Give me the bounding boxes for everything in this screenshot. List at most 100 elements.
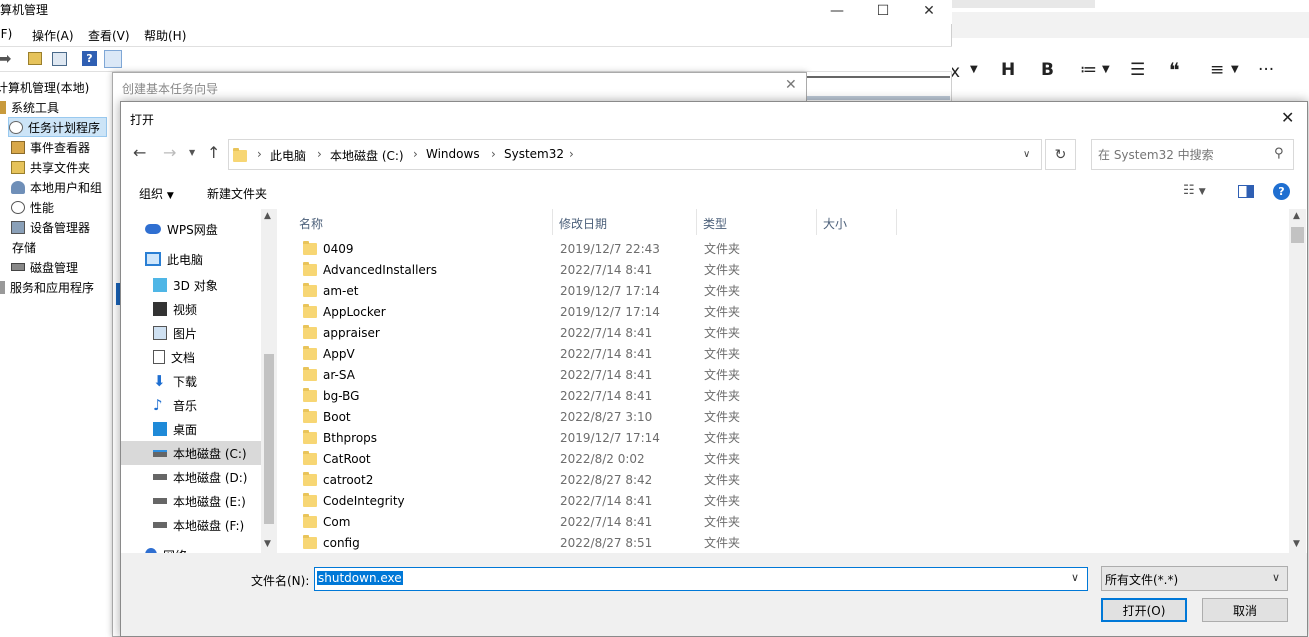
- new-folder-button[interactable]: 新建文件夹: [207, 185, 267, 202]
- up-folder-icon[interactable]: [28, 52, 42, 65]
- list-scrollbar[interactable]: ▲ ▼: [1289, 209, 1306, 553]
- show-hide-tree-icon[interactable]: [52, 52, 67, 66]
- file-type: 文件夹: [704, 389, 741, 403]
- tree-storage[interactable]: 存储: [0, 237, 36, 257]
- nav-downloads[interactable]: ⬇ 下载: [121, 369, 261, 393]
- close-button[interactable]: ✕: [906, 0, 952, 22]
- wizard-close-button[interactable]: ✕: [785, 77, 797, 93]
- address-dropdown-icon[interactable]: ∨: [1023, 149, 1030, 160]
- tree-task-scheduler[interactable]: 任务计划程序: [8, 117, 108, 137]
- menu-action[interactable]: 操作(A): [32, 27, 74, 44]
- table-row[interactable]: AppLocker 2019/12/7 17:14 文件夹: [277, 301, 1121, 322]
- nav-drive-f[interactable]: 本地磁盘 (F:): [121, 513, 261, 537]
- breadcrumb-system32[interactable]: System32: [504, 147, 564, 161]
- breadcrumb-sep-icon: ›: [569, 147, 574, 161]
- breadcrumb-windows[interactable]: Windows: [426, 147, 480, 161]
- forward-arrow-icon[interactable]: ➡: [0, 49, 11, 68]
- minimize-button[interactable]: —: [814, 0, 860, 22]
- tree-system-tools[interactable]: 系统工具: [0, 97, 59, 117]
- tree-event-viewer[interactable]: 事件查看器: [11, 137, 90, 157]
- nav-documents[interactable]: 文档: [121, 345, 261, 369]
- nav-this-pc[interactable]: 此电脑: [121, 247, 261, 271]
- scroll-up-icon[interactable]: ▲: [264, 211, 271, 221]
- nav-drive-c[interactable]: 本地磁盘 (C:): [121, 441, 261, 465]
- nav-network[interactable]: 网络: [121, 543, 261, 553]
- table-row[interactable]: CatRoot 2022/8/2 0:02 文件夹: [277, 448, 1121, 469]
- tree-disk-management[interactable]: 磁盘管理: [11, 257, 78, 277]
- table-row[interactable]: appraiser 2022/7/14 8:41 文件夹: [277, 322, 1121, 343]
- organize-button[interactable]: 组织 ▼: [139, 185, 174, 202]
- folder-icon: [303, 471, 317, 486]
- filename-field[interactable]: shutdown.exe ∨: [314, 567, 1088, 591]
- maximize-button[interactable]: ☐: [860, 0, 906, 22]
- address-bar[interactable]: › 此电脑 › 本地磁盘 (C:) › Windows › System32 ›…: [228, 139, 1042, 170]
- view-options-icon[interactable]: ☷ ▼: [1183, 183, 1206, 198]
- table-row[interactable]: config 2022/8/27 8:51 文件夹: [277, 532, 1121, 553]
- nav-videos[interactable]: 视频: [121, 297, 261, 321]
- table-row[interactable]: Boot 2022/8/27 3:10 文件夹: [277, 406, 1121, 427]
- file-date: 2022/7/14 8:41: [560, 346, 653, 361]
- list-button[interactable]: ≔: [1080, 60, 1097, 80]
- cancel-button[interactable]: 取消: [1202, 598, 1288, 622]
- tree-computer-management[interactable]: 计算机管理(本地): [0, 77, 89, 97]
- nav-music[interactable]: ♪ 音乐: [121, 393, 261, 417]
- table-row[interactable]: am-et 2019/12/7 17:14 文件夹: [277, 280, 1121, 301]
- file-name-cell: CodeIntegrity: [303, 492, 405, 508]
- properties-pane-icon[interactable]: [104, 50, 122, 68]
- tree-shared-folders[interactable]: 共享文件夹: [11, 157, 90, 177]
- filename-value[interactable]: shutdown.exe: [317, 571, 403, 585]
- tree-local-users[interactable]: 本地用户和组: [11, 177, 102, 197]
- more-button[interactable]: ···: [1258, 60, 1274, 80]
- preview-pane-icon[interactable]: [1238, 185, 1254, 198]
- breadcrumb-drive-c[interactable]: 本地磁盘 (C:): [330, 147, 404, 164]
- bold-button[interactable]: B: [1041, 60, 1054, 80]
- menu-help[interactable]: 帮助(H): [144, 27, 186, 44]
- nav-wps-cloud[interactable]: WPS网盘: [121, 217, 261, 241]
- nav-scrollbar[interactable]: ▲ ▼: [261, 209, 277, 553]
- dialog-close-button[interactable]: ✕: [1281, 108, 1294, 127]
- table-row[interactable]: AdvancedInstallers 2022/7/14 8:41 文件夹: [277, 259, 1121, 280]
- help-icon[interactable]: ?: [82, 51, 97, 66]
- quote-button[interactable]: ❝: [1169, 58, 1180, 82]
- scroll-down-icon[interactable]: ▼: [1293, 539, 1300, 549]
- table-row[interactable]: ar-SA 2022/7/14 8:41 文件夹: [277, 364, 1121, 385]
- refresh-button[interactable]: ↻: [1045, 139, 1076, 170]
- scroll-up-icon[interactable]: ▲: [1293, 211, 1300, 221]
- filename-dropdown-icon[interactable]: ∨: [1071, 571, 1079, 584]
- menu-file[interactable]: (F): [0, 27, 12, 41]
- nav-scroll-thumb[interactable]: [264, 354, 274, 524]
- table-row[interactable]: Bthprops 2019/12/7 17:14 文件夹: [277, 427, 1121, 448]
- table-row[interactable]: CodeIntegrity 2022/7/14 8:41 文件夹: [277, 490, 1121, 511]
- nav-pictures[interactable]: 图片: [121, 321, 261, 345]
- search-input[interactable]: [1098, 146, 1268, 164]
- filetype-select[interactable]: 所有文件(*.*) ∨: [1101, 566, 1288, 591]
- table-row[interactable]: bg-BG 2022/7/14 8:41 文件夹: [277, 385, 1121, 406]
- table-row[interactable]: Com 2022/7/14 8:41 文件夹: [277, 511, 1121, 532]
- tree-device-manager[interactable]: 设备管理器: [11, 217, 90, 237]
- chevron-down-icon: ▼: [1231, 64, 1239, 75]
- forward-button[interactable]: →: [163, 143, 176, 162]
- nav-3d-objects[interactable]: 3D 对象: [121, 273, 261, 297]
- nav-drive-e[interactable]: 本地磁盘 (E:): [121, 489, 261, 513]
- breadcrumb-this-pc[interactable]: 此电脑: [270, 147, 306, 164]
- scroll-down-icon[interactable]: ▼: [264, 539, 271, 549]
- tree-performance[interactable]: 性能: [11, 197, 54, 217]
- heading-button[interactable]: H: [1001, 60, 1015, 80]
- tree-services-apps[interactable]: 服务和应用程序: [0, 277, 94, 297]
- table-row[interactable]: 0409 2019/12/7 22:43 文件夹: [277, 238, 1121, 259]
- table-row[interactable]: catroot2 2022/8/27 8:42 文件夹: [277, 469, 1121, 490]
- recent-dropdown-icon[interactable]: ▼: [189, 148, 195, 157]
- open-button[interactable]: 打开(O): [1101, 598, 1187, 622]
- search-box[interactable]: ⚲: [1091, 139, 1294, 170]
- list-scroll-thumb[interactable]: [1291, 227, 1304, 243]
- menu-view[interactable]: 查看(V): [88, 27, 130, 44]
- help-icon[interactable]: ?: [1273, 183, 1290, 200]
- align-button[interactable]: ≡: [1210, 60, 1224, 80]
- tree-label: 服务和应用程序: [10, 280, 95, 295]
- back-button[interactable]: ←: [133, 143, 146, 162]
- divider-button[interactable]: ☰: [1130, 60, 1145, 80]
- up-button[interactable]: ↑: [207, 143, 220, 162]
- nav-drive-d[interactable]: 本地磁盘 (D:): [121, 465, 261, 489]
- nav-desktop[interactable]: 桌面: [121, 417, 261, 441]
- table-row[interactable]: AppV 2022/7/14 8:41 文件夹: [277, 343, 1121, 364]
